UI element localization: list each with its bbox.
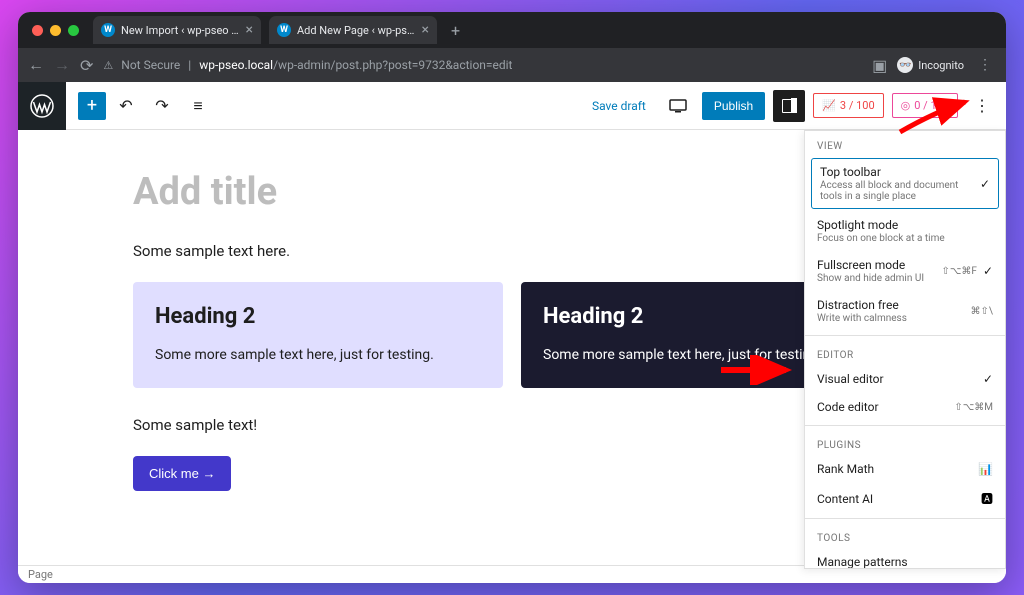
menu-item-distraction-free[interactable]: Distraction free Write with calmness ⌘⇧\ xyxy=(805,291,1005,331)
undo-button[interactable]: ↶ xyxy=(110,90,142,122)
close-tab-icon[interactable]: × xyxy=(422,22,429,38)
browser-tab-2[interactable]: W Add New Page ‹ wp-pseo — W… × xyxy=(269,16,437,44)
new-tab-button[interactable]: + xyxy=(445,21,466,40)
menu-item-visual-editor[interactable]: Visual editor ✓ xyxy=(805,365,1005,393)
paragraph-block[interactable]: Some more sample text here, just for tes… xyxy=(155,345,481,366)
check-icon: ✓ xyxy=(980,177,990,191)
add-block-button[interactable]: + xyxy=(78,92,106,120)
menu-item-code-editor[interactable]: Code editor ⇧⌥⌘M xyxy=(805,393,1005,421)
tab-title: Add New Page ‹ wp-pseo — W… xyxy=(297,24,416,37)
incognito-label: Incognito xyxy=(918,59,964,72)
insecure-icon: ⚠ xyxy=(103,59,113,72)
incognito-icon: 👓 xyxy=(897,57,913,73)
minimize-window-icon[interactable] xyxy=(50,25,61,36)
extensions-icon[interactable]: ▣ xyxy=(872,56,887,75)
forward-button[interactable]: → xyxy=(54,55,70,75)
paragraph-block[interactable]: Some sample text! xyxy=(133,416,891,434)
menu-item-manage-patterns[interactable]: Manage patterns xyxy=(805,548,1005,569)
close-tab-icon[interactable]: × xyxy=(246,22,253,38)
publish-button[interactable]: Publish xyxy=(702,92,765,120)
seo-score-2[interactable]: ◎ 0 / 100 xyxy=(892,93,958,118)
page-title-input[interactable]: Add title xyxy=(133,170,891,214)
heading-block[interactable]: Heading 2 xyxy=(155,304,481,329)
rankmath-icon: 📊 xyxy=(978,462,993,476)
section-label-view: VIEW xyxy=(805,131,1005,156)
incognito-badge: 👓 Incognito xyxy=(897,57,964,73)
browser-menu-icon[interactable]: ⋮ xyxy=(974,57,996,73)
menu-item-fullscreen[interactable]: Fullscreen mode Show and hide admin UI ⇧… xyxy=(805,251,1005,291)
breadcrumb[interactable]: Page xyxy=(28,568,53,581)
redo-button[interactable]: ↷ xyxy=(146,90,178,122)
wordpress-favicon-icon: W xyxy=(277,23,291,37)
settings-toggle-button[interactable] xyxy=(773,90,805,122)
check-icon: ✓ xyxy=(983,372,993,386)
more-options-button[interactable]: ⋮ xyxy=(966,90,998,122)
browser-tabbar: W New Import ‹ wp-pseo — Wor… × W Add Ne… xyxy=(18,12,1006,48)
wordpress-editor: + ↶ ↷ ≡ Save draft Publish 📈 3 / 100 ◎ 0 xyxy=(18,82,1006,583)
target-icon: ◎ xyxy=(901,99,911,112)
check-icon: ✓ xyxy=(983,264,993,278)
url-path: /wp-admin/post.php?post=9732&action=edit xyxy=(273,58,512,72)
seo-score-1[interactable]: 📈 3 / 100 xyxy=(813,93,883,118)
section-label-tools: TOOLS xyxy=(805,523,1005,548)
close-window-icon[interactable] xyxy=(32,25,43,36)
back-button[interactable]: ← xyxy=(28,55,44,75)
url-domain: wp-pseo.local xyxy=(199,58,273,72)
menu-item-top-toolbar[interactable]: Top toolbar Access all block and documen… xyxy=(811,158,999,209)
menu-item-contentai[interactable]: Content AI 🅰 xyxy=(805,483,1005,514)
save-draft-button[interactable]: Save draft xyxy=(584,99,654,113)
paragraph-block[interactable]: Some sample text here. xyxy=(133,242,891,260)
contentai-icon: 🅰 xyxy=(981,490,993,507)
tab-title: New Import ‹ wp-pseo — Wor… xyxy=(121,24,240,37)
wordpress-favicon-icon: W xyxy=(101,23,115,37)
section-label-editor: EDITOR xyxy=(805,340,1005,365)
section-label-plugins: PLUGINS xyxy=(805,430,1005,455)
menu-item-spotlight[interactable]: Spotlight mode Focus on one block at a t… xyxy=(805,211,1005,251)
cta-button-block[interactable]: Click me → xyxy=(133,456,231,491)
options-dropdown: VIEW Top toolbar Access all block and do… xyxy=(804,130,1006,569)
browser-tab-1[interactable]: W New Import ‹ wp-pseo — Wor… × xyxy=(93,16,261,44)
editor-toolbar: + ↶ ↷ ≡ Save draft Publish 📈 3 / 100 ◎ 0 xyxy=(18,82,1006,130)
address-bar: ← → ⟳ ⚠ Not Secure | wp-pseo.local/wp-ad… xyxy=(18,48,1006,82)
chart-icon: 📈 xyxy=(822,99,836,112)
list-view-button[interactable]: ≡ xyxy=(182,90,214,122)
preview-button[interactable] xyxy=(662,90,694,122)
reload-button[interactable]: ⟳ xyxy=(80,56,93,75)
columns-block[interactable]: Heading 2 Some more sample text here, ju… xyxy=(133,282,891,388)
wordpress-logo-icon[interactable] xyxy=(18,82,66,130)
menu-item-rankmath[interactable]: Rank Math 📊 xyxy=(805,455,1005,483)
column-1[interactable]: Heading 2 Some more sample text here, ju… xyxy=(133,282,503,388)
not-secure-label: Not Secure xyxy=(121,58,180,72)
maximize-window-icon[interactable] xyxy=(68,25,79,36)
url-input[interactable]: ⚠ Not Secure | wp-pseo.local/wp-admin/po… xyxy=(103,58,862,72)
window-controls[interactable] xyxy=(26,25,85,36)
